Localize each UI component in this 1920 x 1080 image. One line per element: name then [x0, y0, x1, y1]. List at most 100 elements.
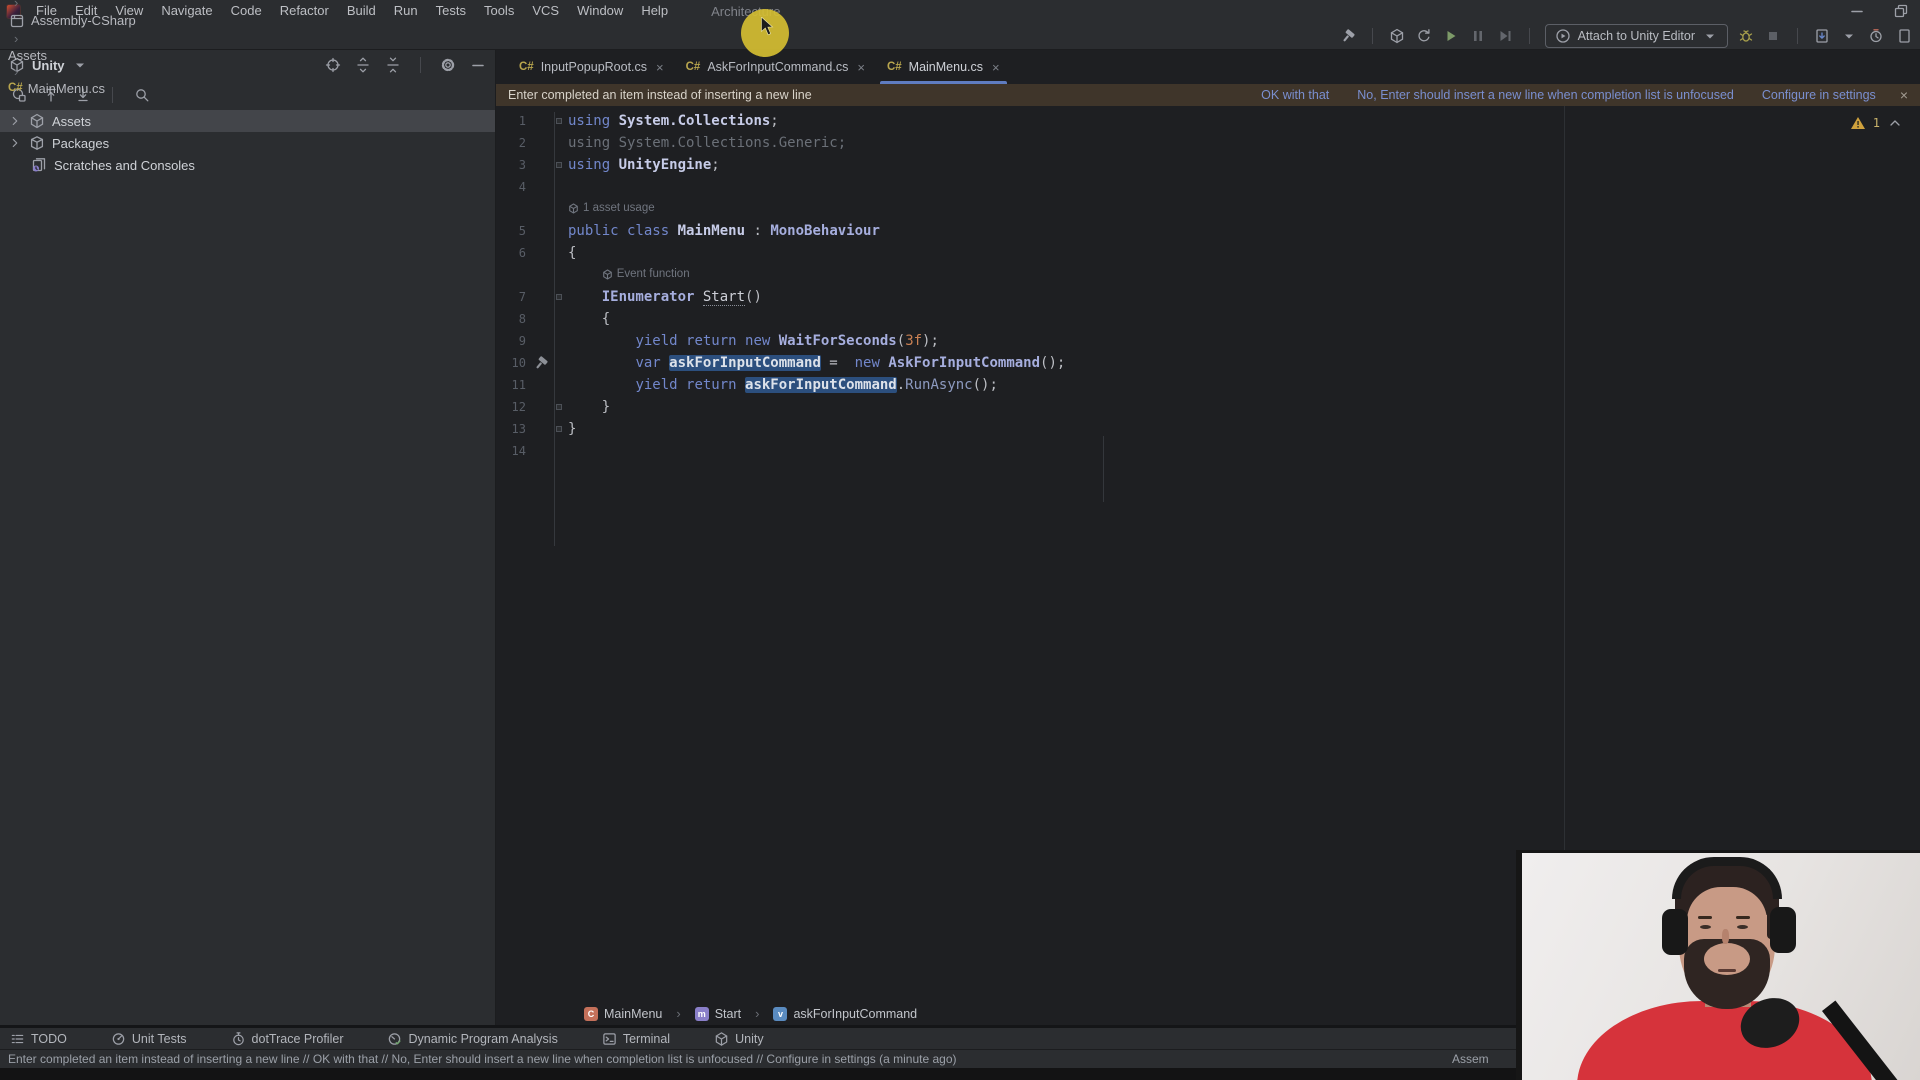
menu-vcs[interactable]: VCS — [523, 1, 568, 20]
tree-item-packages[interactable]: Packages — [0, 132, 495, 154]
code-lines: 1using System.Collections;2using System.… — [496, 110, 1920, 462]
line-number: 10 — [496, 356, 526, 370]
toolwindow-dottrace-profiler[interactable]: dotTrace Profiler — [231, 1030, 344, 1048]
gauge-icon — [387, 1030, 402, 1048]
line-number: 13 — [496, 422, 526, 436]
tab-inputpopuproot-cs[interactable]: C#InputPopupRoot.cs× — [508, 50, 675, 84]
tree-item-assets[interactable]: Assets — [0, 110, 495, 132]
breadcrumb-item[interactable]: Assets — [8, 48, 136, 63]
banner-action-link[interactable]: No, Enter should insert a new line when … — [1357, 88, 1734, 102]
close-icon[interactable]: × — [992, 60, 1000, 75]
menu-navigate[interactable]: Navigate — [152, 1, 221, 20]
chevron-right-icon[interactable] — [8, 112, 22, 130]
chevron-up-icon[interactable] — [1886, 114, 1904, 132]
menu-build[interactable]: Build — [338, 1, 385, 20]
breadcrumb-item-askforinputcommand[interactable]: vaskForInputCommand — [773, 1007, 917, 1021]
tab-askforinputcommand-cs[interactable]: C#AskForInputCommand.cs× — [675, 50, 876, 84]
code-line: 12 } — [496, 396, 1920, 418]
banner-action-link[interactable]: OK with that — [1261, 88, 1329, 102]
pause-icon[interactable] — [1469, 27, 1487, 45]
close-icon[interactable]: × — [1900, 87, 1908, 103]
collapse-all-icon[interactable] — [384, 56, 402, 74]
breadcrumb-separator: › — [14, 31, 18, 46]
menu-refactor[interactable]: Refactor — [271, 1, 338, 20]
fold-marker[interactable] — [556, 162, 562, 168]
fold-marker[interactable] — [556, 404, 562, 410]
play-icon[interactable] — [1442, 27, 1460, 45]
caret-icon[interactable] — [1840, 27, 1858, 45]
toolwindow-todo[interactable]: TODO — [10, 1030, 67, 1048]
fold-marker[interactable] — [556, 294, 562, 300]
code-line: 3using UnityEngine; — [496, 154, 1920, 176]
menu-tests[interactable]: Tests — [427, 1, 475, 20]
expand-all-icon[interactable] — [354, 56, 372, 74]
menu-code[interactable]: Code — [222, 1, 271, 20]
unity-icon — [28, 112, 46, 130]
csharp-file-icon: C# — [887, 61, 902, 73]
project-tree: Assets Packages Scratches and Consoles — [0, 110, 495, 176]
gutter — [526, 330, 568, 352]
line-number: 14 — [496, 444, 526, 458]
inspection-widget[interactable]: 1 — [1849, 114, 1904, 132]
breadcrumb-separator: › — [14, 64, 18, 79]
gutter — [526, 374, 568, 396]
status-message[interactable]: Enter completed an item instead of inser… — [8, 1052, 957, 1066]
menu-window[interactable]: Window — [568, 1, 632, 20]
class-symbol-icon: C — [584, 1007, 598, 1021]
tree-item-scratches-and-consoles[interactable]: Scratches and Consoles — [0, 154, 495, 176]
toolwindow-unit-tests[interactable]: Unit Tests — [111, 1030, 187, 1048]
inlay-hint-row: Event function — [496, 264, 1920, 286]
gear-icon[interactable] — [439, 56, 457, 74]
toolwindow-terminal[interactable]: Terminal — [602, 1030, 670, 1048]
separator — [1797, 28, 1798, 44]
code-line: 10 var askForInputCommand = new AskForIn… — [496, 352, 1920, 374]
breadcrumb-separator: › — [14, 0, 18, 10]
coverage-icon[interactable] — [1813, 27, 1831, 45]
chevron-right-icon[interactable] — [8, 134, 22, 152]
crosshair-icon[interactable] — [324, 56, 342, 74]
code-line: 7 IEnumerator Start() — [496, 286, 1920, 308]
refresh-icon[interactable] — [1415, 27, 1433, 45]
toolwindow-dynamic-program-analysis[interactable]: Dynamic Program Analysis — [387, 1030, 557, 1048]
terminal-icon — [602, 1030, 617, 1048]
menu-tools[interactable]: Tools — [475, 1, 523, 20]
restore-window-icon[interactable] — [1892, 2, 1910, 20]
close-icon[interactable]: × — [656, 60, 664, 75]
menu-help[interactable]: Help — [632, 1, 677, 20]
tests-icon — [111, 1030, 126, 1048]
breadcrumb-item-mainmenu[interactable]: CMainMenu — [584, 1007, 662, 1021]
tree-item-label: Packages — [52, 136, 109, 151]
inlay-hint[interactable]: 1 asset usage — [568, 197, 655, 219]
gutter — [526, 418, 568, 440]
code-line: 4 — [496, 176, 1920, 198]
gutter-hammer-icon[interactable] — [532, 354, 550, 372]
doc-icon[interactable] — [1894, 27, 1912, 45]
inlay-hint-row: 1 asset usage — [496, 198, 1920, 220]
status-right-text: Assem — [1452, 1052, 1489, 1066]
minimize-icon[interactable] — [469, 56, 487, 74]
line-number: 12 — [496, 400, 526, 414]
breadcrumb-item[interactable]: Assembly-CSharp — [8, 12, 136, 30]
menu-run[interactable]: Run — [385, 1, 427, 20]
clock-icon[interactable] — [1867, 27, 1885, 45]
gutter — [526, 242, 568, 264]
unity-icon[interactable] — [1388, 27, 1406, 45]
minimize-window-icon[interactable] — [1848, 2, 1866, 20]
attach-to-unity-editor-button[interactable]: Attach to Unity Editor — [1545, 24, 1728, 48]
fold-marker[interactable] — [556, 426, 562, 432]
tab-label: InputPopupRoot.cs — [541, 60, 647, 74]
banner-action-link[interactable]: Configure in settings — [1762, 88, 1876, 102]
breadcrumb-item-start[interactable]: mStart — [695, 1007, 741, 1021]
line-number: 8 — [496, 312, 526, 326]
toolwindow-unity[interactable]: Unity — [714, 1030, 763, 1048]
tab-mainmenu-cs[interactable]: C#MainMenu.cs× — [876, 50, 1011, 84]
close-icon[interactable]: × — [857, 60, 865, 75]
inlay-hint[interactable]: Event function — [602, 263, 690, 285]
fold-marker[interactable] — [556, 118, 562, 124]
stop-icon[interactable] — [1764, 27, 1782, 45]
banner-message: Enter completed an item instead of inser… — [508, 88, 812, 102]
breadcrumb-item[interactable]: C#MainMenu.cs — [8, 81, 136, 96]
bug-icon[interactable] — [1737, 27, 1755, 45]
step-icon[interactable] — [1496, 27, 1514, 45]
hammer-icon[interactable] — [1339, 27, 1357, 45]
